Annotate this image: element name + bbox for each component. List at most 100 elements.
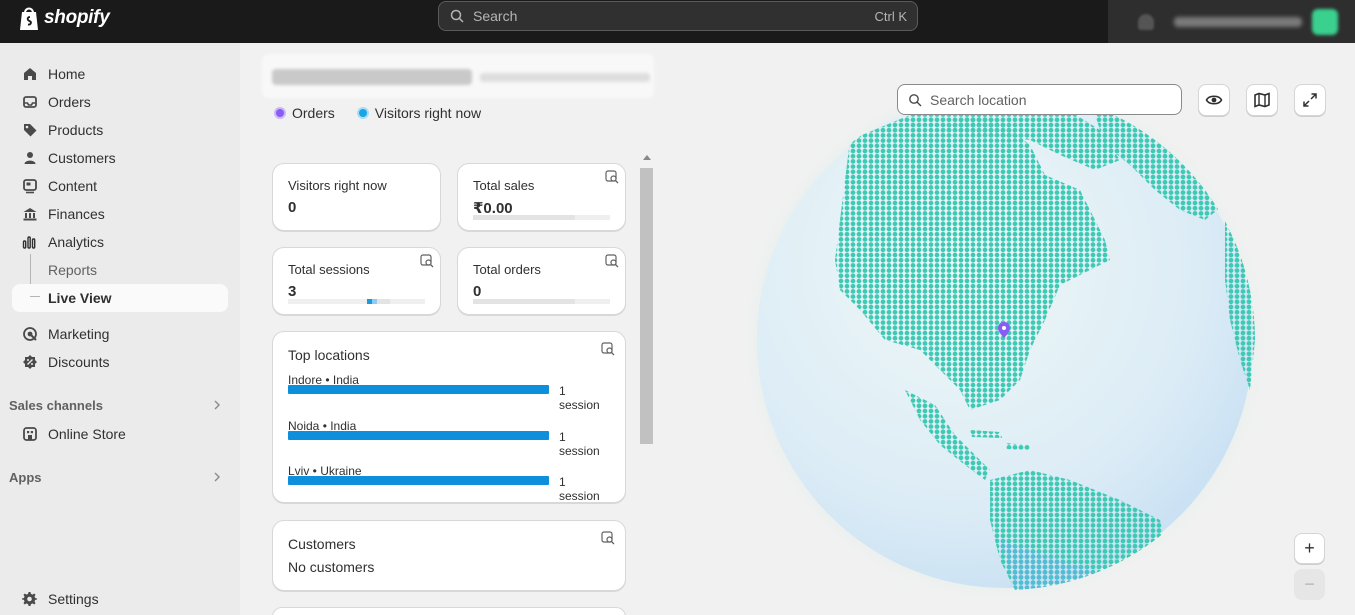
map-view-button[interactable] (1246, 84, 1278, 116)
report-search-icon[interactable] (601, 531, 615, 545)
visitors-card[interactable]: Visitors right now 0 (272, 163, 441, 231)
sidebar-item-discounts[interactable]: Discounts (12, 348, 228, 376)
scrollbar-thumb[interactable] (640, 168, 653, 444)
list-item[interactable]: Indore • India 1 session (288, 371, 608, 412)
sidebar-item-marketing[interactable]: Marketing (12, 320, 228, 348)
sidebar-item-settings[interactable]: Settings (12, 585, 228, 613)
top-bar: shopify Search Ctrl K (0, 0, 1355, 43)
store-title-blurred (272, 69, 472, 85)
brand-name: shopify (44, 7, 110, 28)
metric-value: 3 (288, 283, 297, 300)
sidebar-item-online-store[interactable]: Online Store (12, 420, 228, 448)
next-card-partial (272, 607, 626, 615)
minus-icon: − (1304, 574, 1315, 594)
sidebar-item-content[interactable]: Content (12, 172, 228, 200)
home-icon (22, 66, 38, 82)
location-bar (288, 431, 549, 440)
top-locations-card: Top locations Indore • India 1 session N… (272, 331, 626, 503)
sidebar-item-label: Analytics (48, 234, 105, 250)
content-icon (22, 178, 38, 194)
metric-label: Total orders (473, 262, 541, 277)
location-search-input[interactable]: Search location (897, 84, 1182, 115)
metric-value: 0 (288, 199, 297, 216)
sidebar-item-orders[interactable]: Orders (12, 88, 228, 116)
report-search-icon[interactable] (605, 170, 619, 184)
sidebar-item-label: Discounts (48, 354, 110, 370)
map-icon (1254, 92, 1270, 108)
report-search-icon[interactable] (601, 342, 615, 356)
sidebar-item-customers[interactable]: Customers (12, 144, 228, 172)
report-search-icon[interactable] (605, 254, 619, 268)
sidebar-item-home[interactable]: Home (12, 60, 228, 88)
sessions-sparkline (288, 299, 425, 304)
total-sessions-card[interactable]: Total sessions 3 (272, 247, 441, 315)
search-icon (909, 93, 922, 106)
sales-channels-header[interactable]: Sales channels (9, 395, 221, 415)
panel-scrollbar[interactable] (640, 155, 654, 445)
location-count: 1 session (559, 475, 600, 503)
shopify-bag-icon (20, 7, 38, 30)
card-title: Customers (288, 536, 356, 552)
location-bar (288, 476, 549, 485)
sidebar-item-label: Live View (48, 290, 112, 306)
target-icon (22, 326, 38, 342)
location-bar (288, 385, 549, 394)
orders-dot-icon (274, 107, 286, 119)
bar-chart-icon (22, 234, 38, 250)
plus-icon: + (1304, 538, 1315, 558)
apps-header[interactable]: Apps (9, 467, 221, 487)
legend-label: Visitors right now (374, 105, 482, 121)
sidebar-item-label: Customers (48, 150, 116, 166)
sidebar-item-label: Content (48, 178, 98, 194)
toggle-visibility-button[interactable] (1198, 84, 1230, 116)
eye-icon (1205, 95, 1223, 105)
notification-bell-icon[interactable] (1138, 13, 1154, 30)
inbox-icon (22, 94, 38, 110)
sidebar-item-products[interactable]: Products (12, 116, 228, 144)
globe-map[interactable] (700, 60, 1310, 615)
report-search-icon[interactable] (420, 254, 434, 268)
metric-label: Total sessions (288, 262, 370, 277)
legend-item-visitors: Visitors right now (356, 105, 482, 121)
location-search-placeholder: Search location (930, 91, 1027, 108)
legend-item-orders: Orders (274, 105, 335, 121)
store-name-blurred[interactable] (1174, 16, 1302, 27)
scroll-up-arrow-icon[interactable] (643, 155, 651, 160)
avatar[interactable] (1312, 8, 1338, 35)
global-search[interactable]: Search Ctrl K (438, 1, 918, 31)
empty-state-text: No customers (288, 559, 375, 575)
store-url-blurred (480, 73, 650, 82)
subnav-branch-tick (30, 296, 40, 297)
sales-channels-label: Sales channels (9, 397, 103, 413)
sidebar-item-label: Products (48, 122, 104, 138)
metric-label: Total sales (473, 178, 535, 193)
customers-card: Customers No customers (272, 520, 626, 591)
sidebar-item-label: Online Store (48, 426, 126, 442)
total-orders-card[interactable]: Total orders 0 (457, 247, 626, 315)
sidebar-item-finances[interactable]: Finances (12, 200, 228, 228)
apps-label: Apps (9, 469, 42, 485)
account-area (1108, 0, 1355, 43)
search-shortcut: Ctrl K (874, 8, 908, 24)
list-item[interactable]: Noida • India 1 session (288, 417, 608, 458)
bank-icon (22, 206, 38, 222)
location-count: 1 session (559, 430, 600, 458)
sidebar-item-label: Finances (48, 206, 105, 222)
search-icon (450, 9, 464, 23)
sidebar-item-live-view[interactable]: Live View (12, 284, 228, 312)
zoom-in-button[interactable]: + (1294, 533, 1325, 564)
sidebar-item-reports[interactable]: Reports (12, 256, 228, 284)
sales-sparkline (473, 215, 610, 220)
zoom-out-button[interactable]: − (1294, 569, 1325, 600)
shopify-logo[interactable]: shopify (18, 5, 110, 31)
list-item[interactable]: Lviv • Ukraine 1 session (288, 462, 608, 503)
chevron-right-icon (214, 472, 220, 482)
fullscreen-button[interactable] (1294, 84, 1326, 116)
location-count: 1 session (559, 384, 600, 412)
discount-icon (22, 354, 38, 370)
total-sales-card[interactable]: Total sales ₹0.00 (457, 163, 626, 231)
metric-label: Visitors right now (288, 178, 387, 193)
sidebar-item-analytics[interactable]: Analytics (12, 228, 228, 256)
orders-sparkline (473, 299, 610, 304)
sidebar-item-label: Marketing (48, 326, 110, 342)
